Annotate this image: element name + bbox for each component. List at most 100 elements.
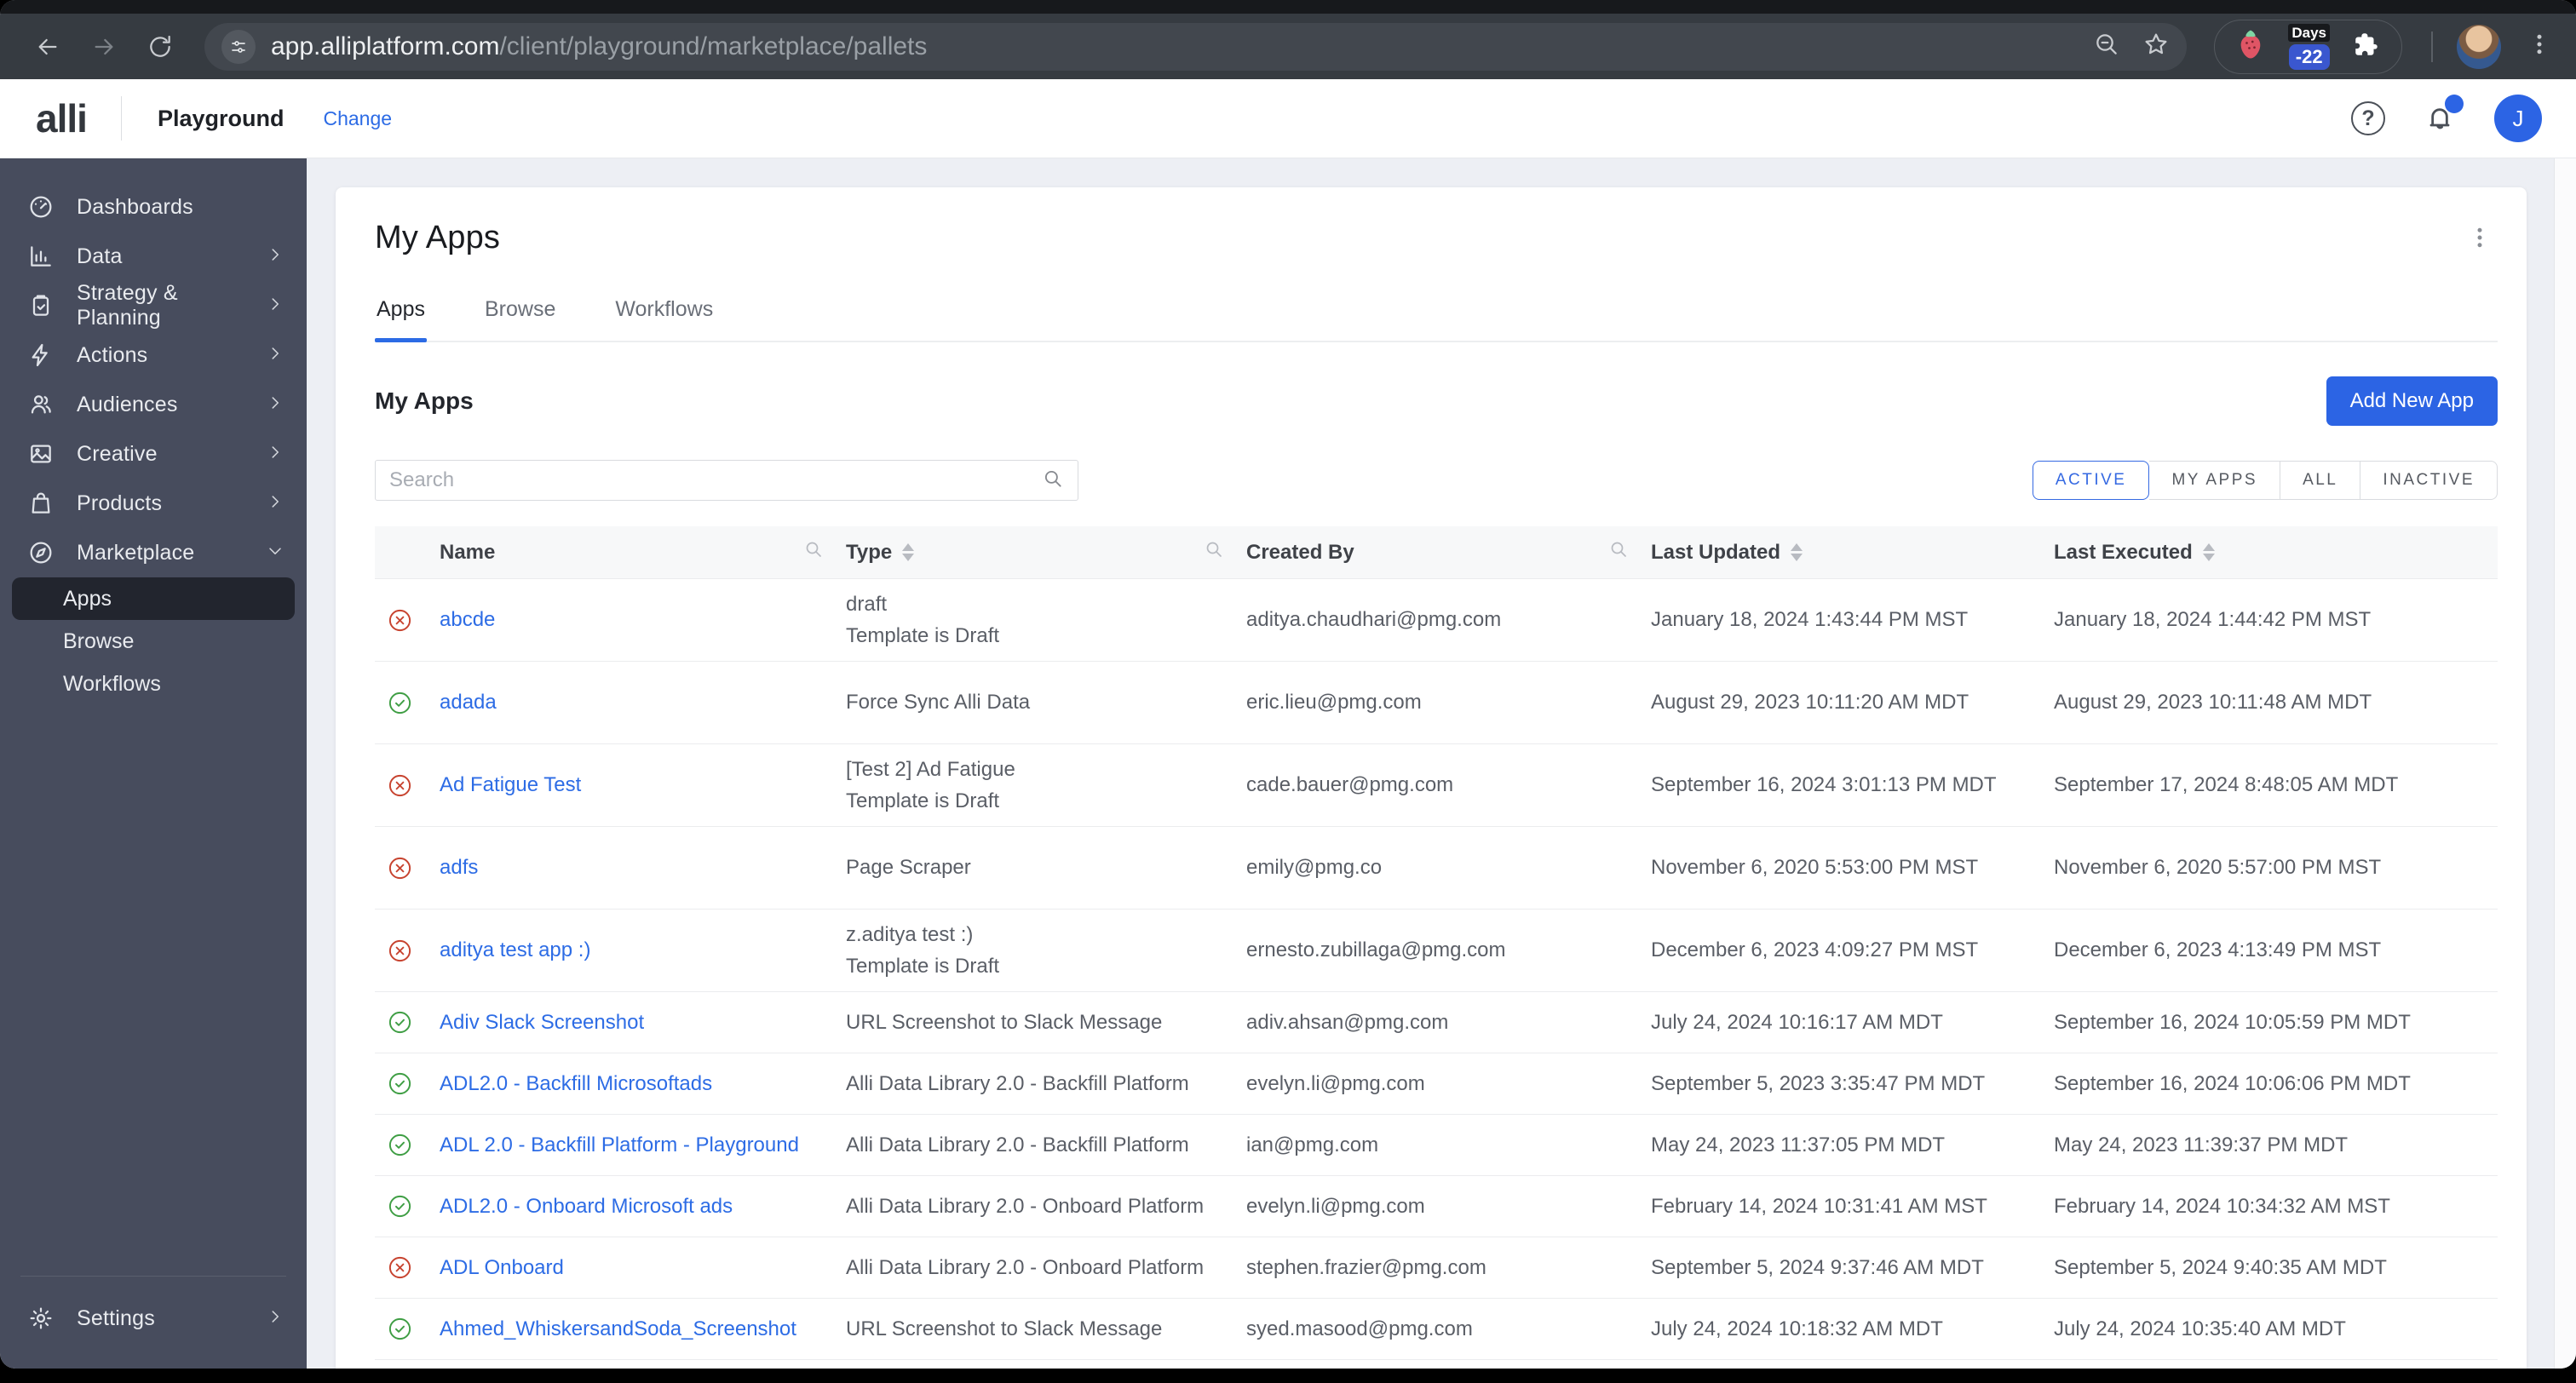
app-name-link[interactable]: aditya test app :) [440, 938, 590, 961]
created-by-cell: cade.bauer@pmg.com [1246, 773, 1454, 796]
sidebar-item-creative[interactable]: Creative [0, 429, 307, 479]
sidebar-item-dashboards[interactable]: Dashboards [0, 182, 307, 232]
header-divider [120, 96, 122, 141]
sidebar-item-actions[interactable]: Actions [0, 330, 307, 380]
row-actions-menu-icon[interactable] [2475, 617, 2482, 623]
created-by-cell: evelyn.li@pmg.com [1246, 1071, 1425, 1095]
notifications-bell-icon[interactable] [2423, 94, 2464, 138]
sort-icon[interactable] [2202, 543, 2215, 561]
column-search-icon[interactable] [1204, 539, 1224, 565]
status-active-icon [387, 1193, 413, 1219]
sidebar-subitem-apps[interactable]: Apps [12, 577, 295, 620]
search-input[interactable] [389, 468, 1042, 492]
column-search-icon[interactable] [803, 539, 824, 565]
table-row[interactable]: Ahmed_WhiskersandSoda_Screenshot URL Scr… [375, 1299, 2498, 1360]
forward-icon[interactable] [80, 23, 128, 71]
image-icon [27, 440, 55, 468]
table-row[interactable]: Ad Fatigue Test [Test 2] Ad Fatigue Temp… [375, 744, 2498, 827]
sidebar-item-data[interactable]: Data [0, 232, 307, 281]
table-row[interactable]: aditya test app :) z.aditya test :) Temp… [375, 910, 2498, 992]
column-header-last-updated[interactable]: Last Updated [1651, 541, 2054, 565]
extensions-puzzle-icon[interactable] [2352, 30, 2381, 63]
table-row[interactable]: adada Force Sync Alli Data eric.lieu@pmg… [375, 662, 2498, 744]
row-actions-menu-icon[interactable] [2475, 1265, 2482, 1271]
scrollbar-track[interactable] [2554, 158, 2576, 1369]
row-actions-menu-icon[interactable] [2475, 1203, 2482, 1210]
row-actions-menu-icon[interactable] [2475, 1326, 2482, 1333]
filter-all[interactable]: ALL [2280, 461, 2361, 500]
filter-inactive[interactable]: INACTIVE [2360, 461, 2498, 500]
sidebar-item-strategy-planning[interactable]: Strategy & Planning [0, 281, 307, 330]
row-actions-menu-icon[interactable] [2475, 1081, 2482, 1087]
sidebar-subitem-browse[interactable]: Browse [12, 620, 295, 663]
sidebar-subitem-label: Apps [63, 586, 112, 611]
search-box [375, 460, 1078, 501]
site-settings-icon[interactable] [221, 29, 256, 64]
reload-icon[interactable] [136, 23, 184, 71]
row-actions-menu-icon[interactable] [2475, 864, 2482, 871]
app-name-link[interactable]: ADL2.0 - Backfill Microsoftads [440, 1072, 712, 1095]
app-name-link[interactable]: ADL Onboard [440, 1256, 564, 1279]
table-row[interactable]: ADL 2.0 - Backfill Platform - Playground… [375, 1115, 2498, 1176]
sidebar-item-products[interactable]: Products [0, 479, 307, 528]
status-inactive-icon [387, 855, 413, 881]
strawberry-extension-icon[interactable] [2235, 27, 2266, 66]
column-header-name[interactable]: Name [440, 539, 846, 565]
sidebar-subitem-workflows[interactable]: Workflows [12, 663, 295, 705]
app-name-link[interactable]: adfs [440, 856, 478, 879]
change-client-link[interactable]: Change [323, 107, 392, 130]
app-name-link[interactable]: ADL2.0 - Onboard Microsoft ads [440, 1195, 733, 1218]
column-header-created-by[interactable]: Created By [1246, 539, 1651, 565]
app-name-link[interactable]: Ad Fatigue Test [440, 773, 581, 796]
app-name-link[interactable]: adada [440, 691, 497, 714]
row-actions-menu-icon[interactable] [2475, 1142, 2482, 1149]
chevron-right-icon [266, 443, 285, 466]
browser-profile-avatar[interactable] [2457, 24, 2501, 69]
tab-apps[interactable]: Apps [375, 297, 427, 342]
tab-browse[interactable]: Browse [483, 297, 557, 341]
address-bar[interactable]: app.alliplatform.com/client/playground/m… [204, 22, 2188, 71]
sidebar-item-settings[interactable]: Settings [0, 1294, 307, 1343]
add-new-app-button[interactable]: Add New App [2326, 376, 2498, 426]
table-row[interactable]: ADL2.0 - Backfill Microsoftads Alli Data… [375, 1053, 2498, 1115]
app-name-link[interactable]: Ahmed_WhiskersandSoda_Screenshot [440, 1317, 796, 1340]
zoom-out-icon[interactable] [2093, 31, 2120, 62]
row-actions-menu-icon[interactable] [2475, 1019, 2482, 1026]
sort-icon[interactable] [902, 543, 915, 561]
browser-menu-icon[interactable] [2527, 32, 2552, 61]
bookmark-star-icon[interactable] [2142, 31, 2170, 62]
table-body: abcde draft Template is Draft aditya.cha… [375, 579, 2498, 1360]
filter-my-apps[interactable]: MY APPS [2149, 461, 2281, 500]
search-icon[interactable] [1042, 468, 1064, 494]
column-header-type[interactable]: Type [846, 539, 1246, 565]
filter-active[interactable]: ACTIVE [2032, 461, 2150, 500]
column-search-icon[interactable] [1608, 539, 1629, 565]
table-row[interactable]: ADL2.0 - Onboard Microsoft ads Alli Data… [375, 1176, 2498, 1237]
row-actions-menu-icon[interactable] [2475, 699, 2482, 706]
chevron-right-icon [266, 393, 285, 416]
alli-logo[interactable]: alli [36, 95, 88, 141]
app-name-link[interactable]: Adiv Slack Screenshot [440, 1011, 644, 1034]
back-icon[interactable] [24, 23, 72, 71]
tab-workflows[interactable]: Workflows [613, 297, 715, 341]
last-executed-cell: January 18, 2024 1:44:42 PM MST [2054, 608, 2372, 631]
sidebar-item-marketplace[interactable]: Marketplace [0, 528, 307, 577]
table-row[interactable]: Adiv Slack Screenshot URL Screenshot to … [375, 992, 2498, 1053]
table-row[interactable]: abcde draft Template is Draft aditya.cha… [375, 579, 2498, 662]
app-name-link[interactable]: ADL 2.0 - Backfill Platform - Playground [440, 1133, 799, 1156]
column-header-last-executed[interactable]: Last Executed [2054, 541, 2452, 565]
user-avatar[interactable]: J [2494, 95, 2542, 142]
created-by-cell: ian@pmg.com [1246, 1133, 1379, 1156]
table-row[interactable]: adfs Page Scraper emily@pmg.co November … [375, 827, 2498, 910]
row-actions-menu-icon[interactable] [2475, 782, 2482, 789]
card-menu-icon[interactable] [2462, 220, 2498, 260]
sidebar-item-audiences[interactable]: Audiences [0, 380, 307, 429]
table-row[interactable]: ADL Onboard Alli Data Library 2.0 - Onbo… [375, 1237, 2498, 1299]
app-name-link[interactable]: abcde [440, 608, 495, 631]
row-actions-menu-icon[interactable] [2475, 947, 2482, 954]
days-counter-extension[interactable]: Days -22 [2288, 23, 2330, 70]
help-icon[interactable]: ? [2351, 101, 2385, 135]
sidebar-settings-slot: Settings [0, 1294, 307, 1343]
last-executed-cell: December 6, 2023 4:13:49 PM MST [2054, 938, 2382, 961]
sort-icon[interactable] [1791, 543, 1803, 561]
